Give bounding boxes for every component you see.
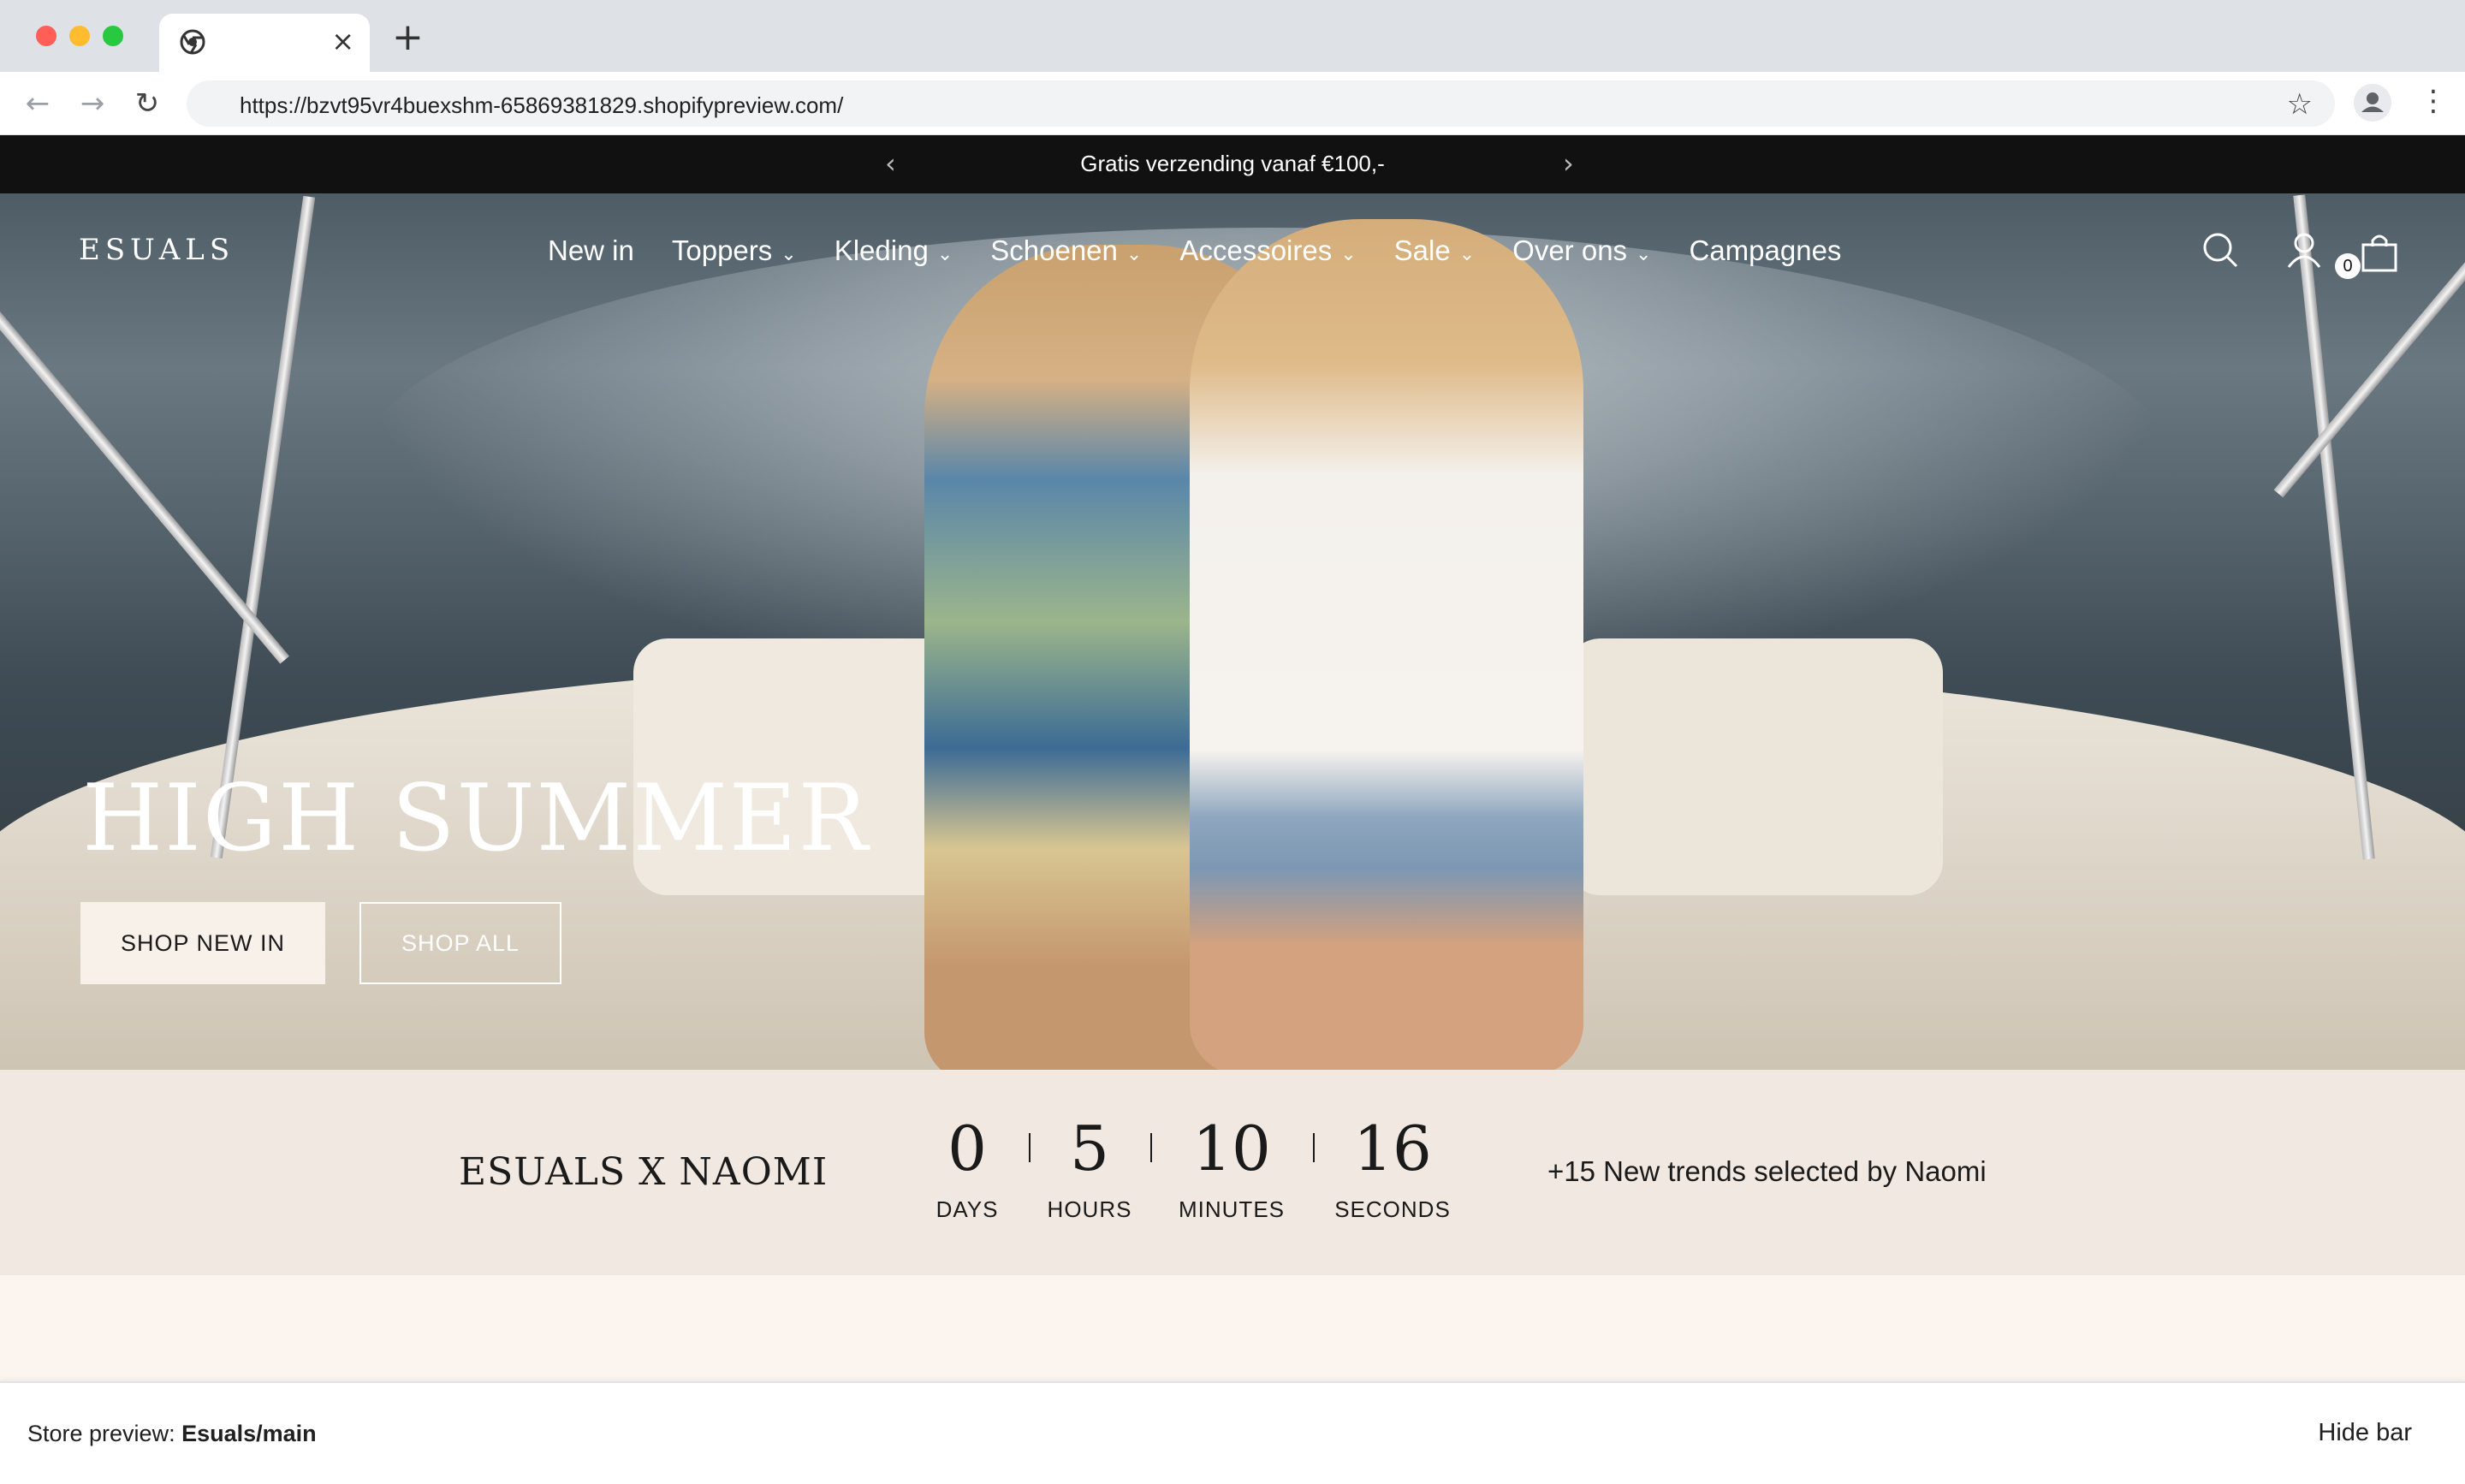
countdown-minutes-label: MINUTES: [1179, 1196, 1285, 1222]
back-arrow-icon[interactable]: ←: [21, 87, 55, 122]
chevron-down-icon: ⌄: [781, 244, 797, 265]
announcement-text: Gratis verzending vanaf €100,-: [1080, 151, 1385, 176]
star-icon[interactable]: ☆: [2287, 87, 2313, 122]
chevron-down-icon: ⌄: [1340, 244, 1357, 265]
countdown-divider: [1313, 1133, 1315, 1162]
nav-item-sale[interactable]: Sale ⌄: [1394, 234, 1476, 267]
announcement-bar: ‹ Gratis verzending vanaf €100,- ›: [0, 135, 2465, 193]
countdown-hours: 5 HOURS: [1046, 1116, 1133, 1223]
site-header: ESUALS New in Toppers ⌄ Kleding ⌄ Schoenen…: [0, 193, 2465, 288]
shop-all-button[interactable]: SHOP ALL: [359, 902, 561, 984]
hero-rail: [2293, 194, 2375, 860]
countdown-seconds-label: SECONDS: [1334, 1196, 1451, 1222]
nav-item-over-ons[interactable]: Over ons ⌄: [1512, 234, 1651, 267]
nav-item-campagnes[interactable]: Campagnes: [1689, 234, 1841, 267]
countdown-minutes-value: 10: [1192, 1113, 1271, 1184]
countdown-days-label: DAYS: [936, 1196, 999, 1222]
main-nav: New in Toppers ⌄ Kleding ⌄ Schoenen ⌄ Acces…: [548, 234, 1879, 267]
forward-arrow-icon[interactable]: →: [75, 87, 110, 122]
chevron-down-icon: ⌄: [1636, 244, 1652, 265]
store-preview-text: Store preview: Esuals/main: [27, 1421, 317, 1447]
store-preview-bar: Store preview: Esuals/main Hide bar: [0, 1381, 2465, 1484]
account-icon[interactable]: [2285, 231, 2323, 269]
cart-count-badge: 0: [2335, 253, 2361, 279]
tab-close-icon[interactable]: ×: [331, 26, 354, 56]
countdown-days-value: 0: [947, 1113, 987, 1184]
hero-seat: [1566, 638, 1943, 895]
chevron-down-icon: ⌄: [1458, 244, 1476, 265]
new-tab-button[interactable]: +: [392, 19, 424, 56]
nav-item-kleding[interactable]: Kleding ⌄: [835, 234, 953, 267]
countdown-title: ESUALS X NAOMI: [459, 1150, 829, 1194]
countdown-tagline: +15 New trends selected by Naomi: [1547, 1155, 1987, 1187]
cart-icon[interactable]: [2359, 231, 2400, 272]
chevron-down-icon: ⌄: [1126, 244, 1143, 265]
countdown-minutes: 10 MINUTES: [1173, 1116, 1291, 1223]
browser-tab[interactable]: ×: [159, 14, 370, 72]
countdown-seconds: 16 SECONDS: [1332, 1116, 1453, 1223]
countdown-hours-label: HOURS: [1047, 1196, 1132, 1222]
chrome-icon: [180, 29, 205, 55]
countdown-seconds-value: 16: [1353, 1113, 1432, 1184]
minimize-window-button[interactable]: [69, 26, 90, 46]
chevron-right-icon[interactable]: ›: [1563, 147, 1574, 180]
address-bar[interactable]: https://bzvt95vr4buexshm-65869381829.sho…: [187, 80, 2335, 127]
hide-bar-button[interactable]: Hide bar: [2318, 1419, 2412, 1447]
close-window-button[interactable]: [36, 26, 56, 46]
maximize-window-button[interactable]: [103, 26, 123, 46]
profile-icon[interactable]: [2354, 84, 2391, 122]
url-text[interactable]: https://bzvt95vr4buexshm-65869381829.sho…: [240, 92, 843, 119]
countdown-days: 0 DAYS: [933, 1116, 1001, 1223]
nav-item-accessoires[interactable]: Accessoires ⌄: [1179, 234, 1356, 267]
nav-item-new-in[interactable]: New in: [548, 234, 634, 267]
hero-model: [1190, 219, 1583, 1070]
browser-tabstrip: × +: [0, 0, 2465, 72]
store-preview-label: Store preview:: [27, 1421, 175, 1446]
nav-item-toppers[interactable]: Toppers ⌄: [672, 234, 797, 267]
hero-banner: ESUALS New in Toppers ⌄ Kleding ⌄ Schoenen…: [0, 193, 2465, 1070]
countdown-hours-value: 5: [1070, 1113, 1109, 1184]
countdown-divider: [1029, 1133, 1031, 1162]
browser-toolbar: ← → ↻ https://bzvt95vr4buexshm-658693818…: [0, 72, 2465, 135]
nav-item-schoenen[interactable]: Schoenen ⌄: [990, 234, 1142, 267]
countdown-divider: [1150, 1133, 1152, 1162]
hero-title: HIGH SUMMER: [82, 765, 870, 872]
site-logo[interactable]: ESUALS: [79, 233, 235, 267]
reload-icon[interactable]: ↻: [130, 87, 164, 122]
store-preview-name: Esuals/main: [181, 1421, 317, 1446]
menu-dots-icon[interactable]: ⋮: [2419, 84, 2448, 118]
search-icon[interactable]: [2201, 231, 2239, 269]
chevron-down-icon: ⌄: [936, 244, 953, 265]
content-section: [0, 1275, 2465, 1381]
countdown-section: ESUALS X NAOMI 0 DAYS 5 HOURS 10 MINUTES…: [0, 1070, 2465, 1275]
shop-new-in-button[interactable]: SHOP NEW IN: [80, 902, 325, 984]
